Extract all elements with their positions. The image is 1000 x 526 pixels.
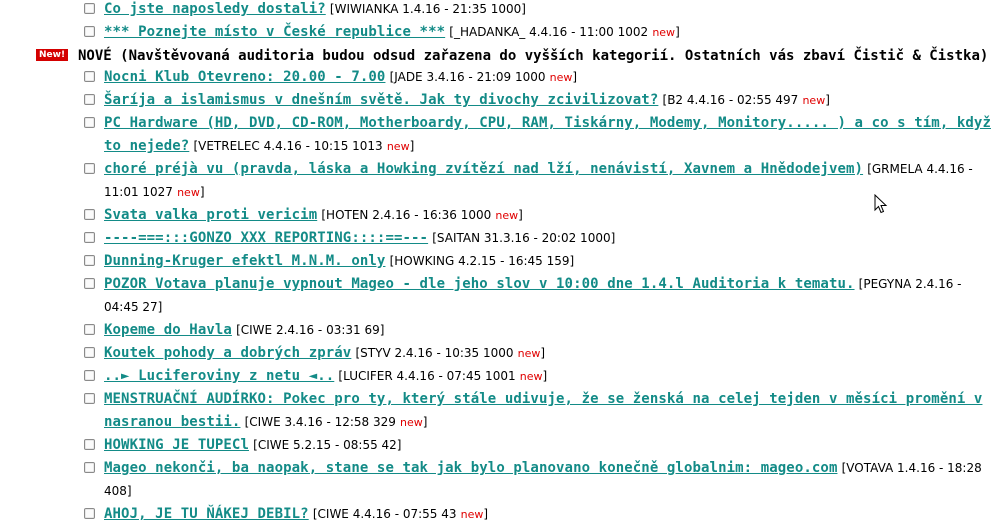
list-item: Nocni Klub Otevreno: 20.00 - 7.00 [JADE …	[0, 66, 1000, 89]
list-item: Mageo nekonči, ba naopak, stane se tak j…	[0, 457, 1000, 503]
meta-tail: ]	[199, 185, 205, 199]
meta-tail: ]	[572, 70, 578, 84]
select-checkbox[interactable]	[84, 439, 95, 450]
topic-link[interactable]: Mageo nekonči, ba naopak, stane se tak j…	[104, 460, 837, 476]
select-checkbox[interactable]	[84, 324, 95, 335]
topic-meta: [STYV 2.4.16 - 10:35 1000	[355, 346, 514, 360]
new-section-badge: New!	[36, 49, 69, 61]
topic-meta: [B2 4.4.16 - 02:55 497	[662, 93, 799, 107]
list-item: Šaríja a islamismus v dnešním světě. Jak…	[0, 89, 1000, 112]
list-item: Koutek pohody a dobrých zpráv [STYV 2.4.…	[0, 342, 1000, 365]
topic-link[interactable]: Svata valka proti vericim	[104, 207, 317, 223]
select-checkbox[interactable]	[84, 462, 95, 473]
new-badge: new	[517, 347, 541, 360]
list-item: POZOR Votava planuje vypnout Mageo - dle…	[0, 273, 1000, 319]
select-checkbox[interactable]	[84, 393, 95, 404]
list-item: Kopeme do Havla [CIWE 2.4.16 - 03:31 69]	[0, 319, 1000, 342]
topic-link[interactable]: Nocni Klub Otevreno: 20.00 - 7.00	[104, 69, 385, 85]
topic-meta: [_HADANKA_ 4.4.16 - 11:00 1002	[449, 25, 649, 39]
select-checkbox[interactable]	[84, 347, 95, 358]
topic-link[interactable]: Koutek pohody a dobrých zpráv	[104, 345, 351, 361]
list-item: Co jste naposledy dostali? [WIWIANKA 1.4…	[0, 0, 1000, 21]
list-item: ..► Luciferoviny z netu ◄.. [LUCIFER 4.4…	[0, 365, 1000, 388]
topic-link[interactable]: POZOR Votava planuje vypnout Mageo - dle…	[104, 276, 855, 292]
select-checkbox[interactable]	[84, 209, 95, 220]
new-badge: new	[460, 508, 484, 521]
topic-link[interactable]: choré préjà vu (pravda, láska a Howking …	[104, 161, 863, 177]
topic-link[interactable]: Co jste naposledy dostali?	[104, 1, 326, 17]
topic-link[interactable]: *** Poznejte místo v České republice ***	[104, 24, 445, 40]
list-item: Dunning-Kruger efektl M.N.M. only [HOWKI…	[0, 250, 1000, 273]
new-badge: new	[386, 140, 410, 153]
new-badge: new	[652, 26, 676, 39]
list-item: PC Hardware (HD, DVD, CD-ROM, Motherboar…	[0, 112, 1000, 158]
section-title: NOVÉ (Navštěvovaná auditoria budou odsud…	[78, 48, 989, 64]
topic-meta: [VETRELEC 4.4.16 - 10:15 1013	[193, 139, 383, 153]
meta-tail: ]	[675, 25, 680, 39]
select-checkbox[interactable]	[84, 163, 95, 174]
meta-tail: ]	[540, 346, 546, 360]
meta-tail: ]	[825, 93, 830, 107]
list-item: AHOJ, JE TU ŇÁKEJ DEBIL? [CIWE 4.4.16 - …	[0, 503, 1000, 526]
new-badge: new	[519, 370, 543, 383]
meta-tail: ]	[542, 369, 548, 383]
list-item: HOWKING JE TUPECl [CIWE 5.2.15 - 08:55 4…	[0, 434, 1000, 457]
list-item: choré préjà vu (pravda, láska a Howking …	[0, 158, 1000, 204]
topic-link[interactable]: Šaríja a islamismus v dnešním světě. Jak…	[104, 92, 658, 108]
topic-meta: [CIWE 5.2.15 - 08:55 42]	[253, 438, 402, 452]
meta-tail: ]	[483, 507, 489, 521]
list-item: *** Poznejte místo v České republice ***…	[0, 21, 1000, 44]
topic-link[interactable]: Kopeme do Havla	[104, 322, 232, 338]
select-checkbox[interactable]	[84, 26, 95, 37]
topic-link[interactable]: MENSTRUAČNÍ AUDÍRKO: Pokec pro ty, který…	[104, 391, 982, 430]
auditorium-list: Co jste naposledy dostali? [WIWIANKA 1.4…	[0, 0, 1000, 526]
topic-meta: [CIWE 4.4.16 - 07:55 43	[312, 507, 457, 521]
topic-list: Nocni Klub Otevreno: 20.00 - 7.00 [JADE …	[0, 66, 1000, 526]
select-checkbox[interactable]	[84, 255, 95, 266]
topic-link[interactable]: HOWKING JE TUPECl	[104, 437, 249, 453]
select-checkbox[interactable]	[84, 278, 95, 289]
section-header: New! NOVÉ (Navštěvovaná auditoria budou …	[0, 44, 1000, 66]
select-checkbox[interactable]	[84, 232, 95, 243]
topic-link[interactable]: ..► Luciferoviny z netu ◄..	[104, 368, 334, 384]
topic-meta: [HOWKING 4.2.15 - 16:45 159]	[389, 254, 575, 268]
select-checkbox[interactable]	[84, 71, 95, 82]
list-item: ----===:::GONZO XXX REPORTING::::==--- […	[0, 227, 1000, 250]
new-badge: new	[400, 416, 423, 429]
topic-link[interactable]: ----===:::GONZO XXX REPORTING::::==---	[104, 230, 428, 246]
topic-link[interactable]: AHOJ, JE TU ŇÁKEJ DEBIL?	[104, 506, 309, 522]
meta-tail: ]	[518, 208, 523, 222]
topic-meta: [CIWE 3.4.16 - 12:58 329	[244, 415, 396, 429]
topic-link[interactable]: Dunning-Kruger efektl M.N.M. only	[104, 253, 385, 269]
mouse-cursor-icon	[874, 194, 888, 214]
new-badge: new	[177, 186, 200, 199]
select-checkbox[interactable]	[84, 117, 95, 128]
topic-meta: [JADE 3.4.16 - 21:09 1000	[389, 70, 546, 84]
meta-tail: ]	[409, 139, 415, 153]
select-checkbox[interactable]	[84, 508, 95, 519]
topic-meta: [WIWIANKA 1.4.16 - 21:35 1000]	[329, 2, 526, 16]
new-badge: new	[495, 209, 519, 222]
select-checkbox[interactable]	[84, 94, 95, 105]
topic-meta: [CIWE 2.4.16 - 03:31 69]	[236, 323, 385, 337]
list-item: Svata valka proti vericim [HOTEN 2.4.16 …	[0, 204, 1000, 227]
topic-meta: [HOTEN 2.4.16 - 16:36 1000	[321, 208, 492, 222]
select-checkbox[interactable]	[84, 370, 95, 381]
topic-meta: [SAITAN 31.3.16 - 20:02 1000]	[432, 231, 616, 245]
topic-meta: [LUCIFER 4.4.16 - 07:45 1001	[338, 369, 516, 383]
select-checkbox[interactable]	[84, 3, 95, 14]
list-item: MENSTRUAČNÍ AUDÍRKO: Pokec pro ty, který…	[0, 388, 1000, 434]
new-badge: new	[549, 71, 573, 84]
new-badge: new	[802, 94, 826, 107]
meta-tail: ]	[422, 415, 428, 429]
